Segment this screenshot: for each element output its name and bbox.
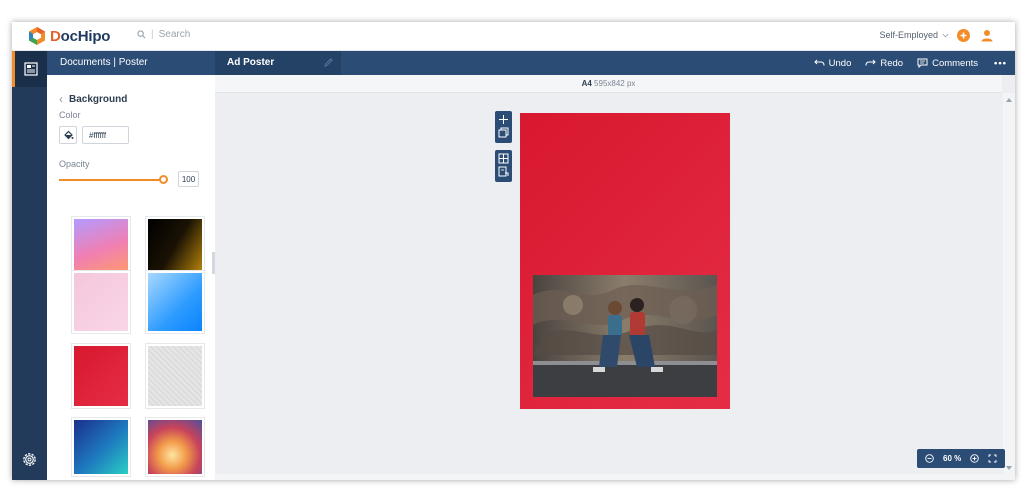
- redo-button[interactable]: Redo: [865, 58, 903, 69]
- panel-title: Background: [69, 93, 128, 105]
- page-size-format: A4: [581, 79, 592, 88]
- search-separator: |: [151, 29, 154, 40]
- comments-label: Comments: [932, 57, 979, 69]
- zoom-out-icon[interactable]: [925, 454, 935, 463]
- opacity-value-input[interactable]: 100: [178, 171, 199, 187]
- swatch-fill: [74, 219, 128, 273]
- redo-label: Redo: [880, 57, 904, 69]
- swatch-grey-texture[interactable]: [145, 343, 205, 409]
- swatch-fill: [148, 346, 202, 406]
- swatch-fill: [148, 420, 202, 474]
- fit-screen-icon[interactable]: [988, 454, 997, 463]
- opacity-label: Opacity: [59, 159, 90, 169]
- page-tools-add: [495, 111, 512, 143]
- opacity-slider-track[interactable]: [59, 179, 165, 181]
- swatch-fill: [74, 273, 128, 331]
- search-input[interactable]: Search: [159, 29, 191, 40]
- swatch-black-gold-gradient[interactable]: [145, 216, 205, 276]
- rail-item-layout[interactable]: [12, 51, 47, 87]
- comment-icon: [917, 58, 928, 68]
- gear-icon[interactable]: [21, 451, 38, 468]
- swatch-red-gradient[interactable]: [71, 343, 131, 409]
- page-size-dimensions: 595x842 px: [594, 79, 636, 88]
- opacity-slider-handle[interactable]: [159, 175, 168, 184]
- swatch-fill: [74, 420, 128, 474]
- grid-icon[interactable]: [498, 153, 509, 164]
- logo-text: DocHipo: [50, 27, 111, 45]
- page-tools-layout: [495, 150, 512, 182]
- pencil-icon[interactable]: [324, 58, 333, 67]
- scroll-down-arrow[interactable]: [1006, 466, 1012, 470]
- undo-label: Undo: [828, 57, 852, 69]
- page-settings-icon[interactable]: [498, 166, 509, 177]
- document-name: Ad Poster: [227, 57, 275, 68]
- chevron-down-icon: [942, 33, 949, 37]
- account-dropdown[interactable]: Self-Employed: [879, 30, 949, 40]
- more-menu-button[interactable]: •••: [994, 58, 1007, 69]
- user-icon[interactable]: [981, 29, 993, 42]
- page-size-indicator: A4 595x842 px: [215, 75, 1002, 93]
- search-bar[interactable]: | Search: [137, 29, 190, 40]
- document-bar: Documents | Poster Ad Poster Undo Redo C…: [47, 51, 1015, 75]
- horizontal-scrollbar[interactable]: [215, 474, 1015, 480]
- zoom-control: 60 %: [917, 449, 1005, 468]
- swatch-pink-purple-gradient[interactable]: [71, 216, 131, 276]
- redo-icon: [865, 59, 877, 66]
- docHipo-logo[interactable]: DocHipo: [28, 27, 110, 45]
- plus-icon: [960, 32, 967, 39]
- swatch-fill: [148, 219, 202, 273]
- paint-bucket-icon: [63, 130, 73, 139]
- account-label: Self-Employed: [879, 30, 938, 40]
- color-label: Color: [59, 110, 81, 120]
- breadcrumb[interactable]: Documents | Poster: [60, 57, 148, 68]
- zoom-in-icon[interactable]: [970, 454, 979, 463]
- swatch-light-pink[interactable]: [71, 270, 131, 334]
- undo-button[interactable]: Undo: [813, 57, 852, 69]
- top-bar: DocHipo | Search Self-Employed: [12, 22, 1015, 51]
- swatch-sky-blue-gradient[interactable]: [145, 270, 205, 334]
- swatch-fill: [148, 273, 202, 331]
- scroll-up-arrow[interactable]: [1006, 98, 1012, 102]
- swatch-colorful-polygon[interactable]: [145, 417, 205, 477]
- zoom-value: 60 %: [943, 454, 962, 463]
- search-icon: [137, 30, 146, 39]
- document-name-field[interactable]: Ad Poster: [215, 51, 341, 75]
- swatch-fill: [74, 346, 128, 406]
- back-button[interactable]: ‹ Background: [59, 92, 127, 106]
- photo-image: [533, 275, 717, 397]
- hex-color-input[interactable]: #ffffff: [82, 126, 129, 144]
- swatch-navy-teal-gradient[interactable]: [71, 417, 131, 477]
- docbar-actions: Undo Redo Comments •••: [800, 51, 1007, 75]
- comments-button[interactable]: Comments: [917, 58, 978, 69]
- vertical-scrollbar[interactable]: [1003, 93, 1015, 475]
- left-rail: [12, 51, 47, 480]
- undo-icon: [813, 59, 825, 66]
- layout-icon: [24, 62, 38, 76]
- add-page-icon[interactable]: [498, 114, 509, 125]
- app-window: DocHipo | Search Self-Employed Documents…: [12, 22, 1015, 480]
- create-new-button[interactable]: [957, 29, 970, 42]
- duplicate-page-icon[interactable]: [498, 127, 509, 138]
- canvas-area: A4 595x842 px 60 %: [215, 75, 1015, 480]
- poster-page[interactable]: [520, 113, 730, 409]
- background-panel: ‹ Background Color #ffffff Opacity 100: [47, 75, 215, 480]
- chevron-left-icon: ‹: [59, 92, 63, 106]
- color-fill-button[interactable]: [59, 126, 77, 144]
- poster-photo[interactable]: [533, 275, 717, 397]
- logo-mark-icon: [29, 27, 45, 45]
